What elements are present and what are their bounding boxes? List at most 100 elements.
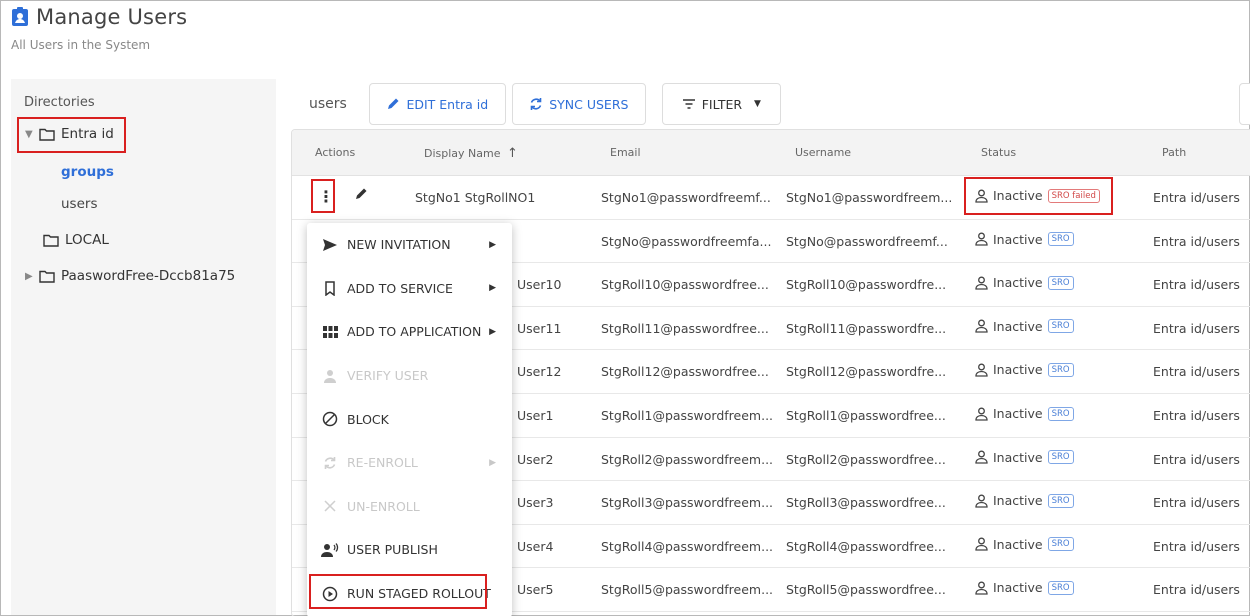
cell-path: Entra id/users [1153, 582, 1240, 598]
cell-email: StgRoll11@passwordfree... [601, 320, 769, 336]
column-header-display-name[interactable]: Display Name ↑ [424, 146, 518, 161]
status-text: Inactive [993, 318, 1043, 334]
tree-item-label: LOCAL [65, 232, 109, 248]
pencil-icon[interactable] [354, 187, 368, 204]
filter-button[interactable]: FILTER ▼ [661, 83, 781, 125]
status-text: Inactive [993, 406, 1043, 421]
cell-display-name: User3 [517, 495, 554, 511]
directories-sidebar: Directories ▼ Entra id groups users LOCA… [11, 79, 276, 615]
page-subtitle: All Users in the System [11, 38, 151, 52]
cell-path: Entra id/users [1153, 320, 1240, 336]
page-header: Manage Users All Users in the System [11, 5, 187, 52]
status-badge: SRO [1047, 232, 1074, 247]
status-badge: SRO [1047, 493, 1074, 508]
status-text: Inactive [993, 493, 1043, 509]
column-header-actions: Actions [315, 146, 356, 159]
tree-item-label: PaaswordFree-Dccb81a75 [61, 268, 236, 284]
user-voice-icon [321, 541, 339, 559]
sync-icon [529, 97, 543, 111]
cell-path: Entra id/users [1153, 538, 1240, 554]
cell-status: Inactive SRO [975, 450, 1074, 465]
cell-email: StgRoll3@passwordfreem... [601, 495, 774, 511]
folder-icon [39, 270, 55, 283]
highlight-box [311, 179, 335, 213]
menu-item-add-to-service[interactable]: ADD TO SERVICE ▶ [307, 267, 512, 311]
person-outline-icon [975, 537, 988, 551]
submenu-arrow-icon: ▶ [489, 457, 496, 468]
tree-item-local[interactable]: LOCAL [43, 232, 109, 248]
cell-display-name: User12 [517, 364, 562, 380]
cell-display-name: User2 [517, 451, 554, 467]
cell-display-name: User4 [517, 538, 554, 554]
cell-username: StgRoll2@passwordfree... [786, 451, 946, 467]
cell-status: Inactive SRO [975, 362, 1074, 377]
toolbar-overflow-button[interactable] [1239, 83, 1250, 125]
bookmark-icon [321, 279, 339, 297]
cell-status: Inactive SRO [975, 275, 1074, 290]
person-outline-icon [975, 494, 988, 508]
person-outline-icon [975, 232, 988, 246]
column-header-email: Email [610, 146, 641, 159]
cell-path: Entra id/users [1153, 190, 1240, 205]
sort-up-icon[interactable]: ↑ [507, 146, 518, 161]
cell-username: StgRoll12@passwordfre... [786, 364, 947, 380]
menu-item-label: VERIFY USER [347, 368, 429, 384]
cell-username: StgRoll3@passwordfree... [786, 495, 946, 511]
cell-path: Entra id/users [1153, 408, 1240, 423]
column-header-status: Status [981, 146, 1017, 159]
person-outline-icon [975, 581, 988, 595]
status-badge: SRO [1047, 406, 1074, 421]
cell-username: StgRoll11@passwordfre... [786, 320, 947, 336]
menu-item-add-to-application[interactable]: ADD TO APPLICATION ▶ [307, 310, 512, 354]
table-header: Actions Display Name ↑ Email Username St… [292, 130, 1250, 176]
menu-item-new-invitation[interactable]: NEW INVITATION ▶ [307, 223, 512, 267]
menu-item-label: ADD TO SERVICE [347, 280, 453, 296]
cell-email: StgRoll2@passwordfreem... [601, 451, 774, 467]
cell-status: Inactive SRO [975, 319, 1074, 334]
menu-item-label: BLOCK [347, 411, 389, 427]
status-text: Inactive [993, 362, 1043, 378]
edit-button-label: EDIT Entra id [406, 96, 489, 112]
caret-down-icon: ▼ [754, 99, 761, 109]
cell-email: StgNo@passwordfreemfa... [601, 233, 772, 249]
submenu-arrow-icon: ▶ [489, 283, 496, 294]
sync-users-button[interactable]: SYNC USERS [511, 83, 646, 125]
sync-icon [321, 454, 339, 472]
cell-display-name: StgNo1 StgRollNO1 [415, 190, 536, 205]
person-outline-icon [975, 407, 988, 421]
status-badge: SRO [1047, 580, 1074, 595]
menu-item-user-publish[interactable]: USER PUBLISH [307, 528, 512, 572]
menu-item-re-enroll: RE-ENROLL ▶ [307, 441, 512, 485]
tree-item-paaswordfree[interactable]: ▶ PaaswordFree-Dccb81a75 [25, 268, 235, 284]
menu-item-label: USER PUBLISH [347, 542, 438, 558]
cell-path: Entra id/users [1153, 364, 1240, 380]
column-header-path: Path [1162, 146, 1187, 159]
status-text: Inactive [993, 580, 1043, 596]
expand-right-icon[interactable]: ▶ [25, 271, 39, 282]
status-badge: SRO [1047, 319, 1074, 334]
menu-item-un-enroll: UN-ENROLL [307, 485, 512, 529]
filter-button-label: FILTER [701, 96, 743, 112]
person-icon [321, 367, 339, 385]
block-icon [321, 410, 339, 428]
cell-display-name: User10 [517, 277, 562, 293]
cell-email: StgNo1@passwordfreemf... [601, 190, 771, 205]
tree-item-users[interactable]: users [61, 196, 97, 212]
cell-username: StgRoll10@passwordfre... [786, 277, 947, 293]
cell-status: Inactive SRO [975, 580, 1074, 595]
edit-entra-id-button[interactable]: EDIT Entra id [368, 83, 506, 125]
toolbar: users EDIT Entra id SYNC USERS FILTER ▼ [291, 83, 787, 125]
sidebar-heading: Directories [24, 95, 95, 110]
status-text: Inactive [993, 449, 1043, 465]
person-outline-icon [975, 319, 988, 333]
cell-email: StgRoll10@passwordfree... [601, 277, 769, 293]
cell-status: Inactive SRO [975, 406, 1074, 421]
tree-item-groups[interactable]: groups [61, 164, 114, 180]
cell-username: StgRoll5@passwordfree... [786, 582, 946, 598]
menu-item-block[interactable]: BLOCK [307, 397, 512, 441]
status-badge: SRO [1047, 450, 1074, 465]
cell-path: Entra id/users [1153, 277, 1240, 293]
person-outline-icon [975, 363, 988, 377]
menu-item-label: RE-ENROLL [347, 455, 418, 471]
highlight-box [17, 117, 126, 153]
